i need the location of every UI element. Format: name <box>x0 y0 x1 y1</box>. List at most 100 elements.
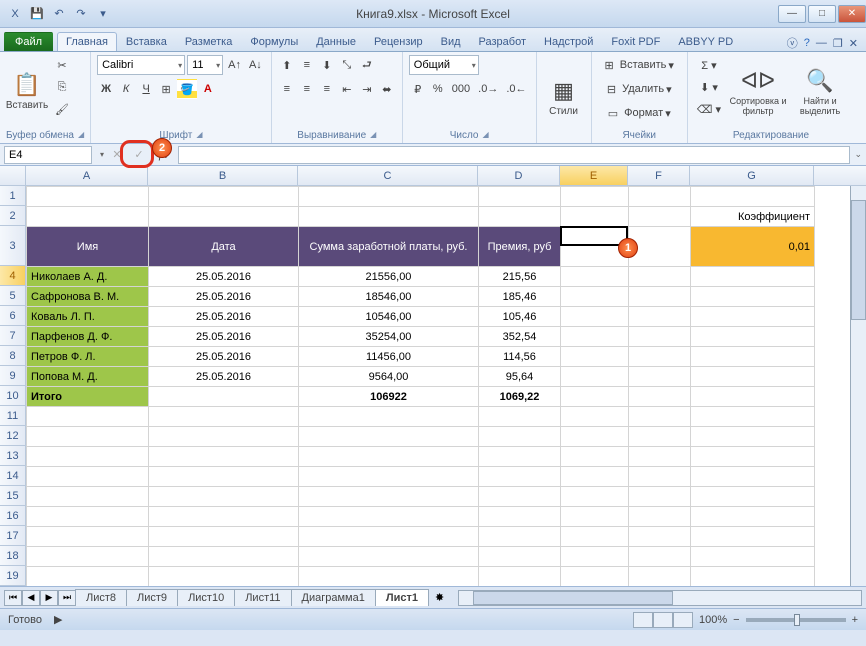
align-center-button[interactable]: ≡ <box>298 79 316 99</box>
cell[interactable]: Итого <box>27 387 149 407</box>
cell[interactable] <box>299 447 479 467</box>
col-header-a[interactable]: A <box>26 166 148 185</box>
cell[interactable] <box>561 327 629 347</box>
save-icon[interactable]: 💾 <box>28 5 46 23</box>
vscroll-thumb[interactable] <box>851 200 866 320</box>
col-header-g[interactable]: G <box>690 166 814 185</box>
cell[interactable] <box>561 267 629 287</box>
format-painter-button[interactable]: 🖌 <box>52 99 72 119</box>
cell[interactable] <box>299 207 479 227</box>
cell[interactable] <box>561 527 629 547</box>
cell[interactable]: Имя <box>27 227 149 267</box>
align-right-button[interactable]: ≡ <box>318 79 336 99</box>
cell[interactable] <box>149 507 299 527</box>
cell[interactable] <box>629 267 691 287</box>
cell[interactable] <box>27 487 149 507</box>
col-header-b[interactable]: B <box>148 166 298 185</box>
normal-view-button[interactable] <box>633 612 653 628</box>
cell[interactable] <box>691 367 815 387</box>
currency-button[interactable]: ₽ <box>409 79 427 99</box>
tab-abbyy[interactable]: ABBYY PD <box>669 32 742 51</box>
delete-cells-button[interactable]: ⊟ Удалить ▾ <box>598 79 681 99</box>
sheet-tab[interactable]: Лист9 <box>126 589 178 606</box>
cell[interactable] <box>629 207 691 227</box>
cell[interactable] <box>149 547 299 567</box>
cell[interactable] <box>629 387 691 407</box>
cell[interactable] <box>629 347 691 367</box>
row-header[interactable]: 18 <box>0 546 26 566</box>
number-dialog-icon[interactable]: ◢ <box>482 130 488 141</box>
cell[interactable]: Премия, руб <box>479 227 561 267</box>
horizontal-scrollbar[interactable] <box>458 590 862 606</box>
cell[interactable]: 25.05.2016 <box>149 267 299 287</box>
tab-addins[interactable]: Надстрой <box>535 32 602 51</box>
cell[interactable] <box>561 547 629 567</box>
number-format-combo[interactable]: Общий <box>409 55 479 75</box>
insert-cells-button[interactable]: ⊞ Вставить ▾ <box>598 55 681 75</box>
percent-button[interactable]: % <box>429 79 447 99</box>
row-header[interactable]: 17 <box>0 526 26 546</box>
row-header[interactable]: 5 <box>0 286 26 306</box>
cut-button[interactable]: ✂ <box>52 55 72 75</box>
cell[interactable] <box>691 507 815 527</box>
expand-formula-bar-icon[interactable]: ⌄ <box>854 149 862 160</box>
cell[interactable] <box>299 187 479 207</box>
clipboard-dialog-icon[interactable]: ◢ <box>78 130 84 141</box>
sheet-nav-prev[interactable]: ◀ <box>22 590 40 606</box>
close-button[interactable]: ✕ <box>838 5 866 23</box>
shrink-font-button[interactable]: A↓ <box>246 55 265 75</box>
cell[interactable]: 1069,22 <box>479 387 561 407</box>
col-header-d[interactable]: D <box>478 166 560 185</box>
zoom-out-button[interactable]: − <box>733 614 739 626</box>
cell[interactable] <box>27 427 149 447</box>
cell[interactable] <box>479 467 561 487</box>
cell[interactable]: 95,64 <box>479 367 561 387</box>
tab-foxit[interactable]: Foxit PDF <box>602 32 669 51</box>
tab-developer[interactable]: Разработ <box>470 32 535 51</box>
cell[interactable] <box>149 387 299 407</box>
zoom-level[interactable]: 100% <box>699 614 727 626</box>
cell[interactable]: 10546,00 <box>299 307 479 327</box>
tab-view[interactable]: Вид <box>432 32 470 51</box>
row-header[interactable]: 11 <box>0 406 26 426</box>
cell[interactable] <box>561 467 629 487</box>
select-all-corner[interactable] <box>0 166 26 185</box>
cell[interactable] <box>299 567 479 587</box>
cell[interactable] <box>691 407 815 427</box>
cell[interactable] <box>629 447 691 467</box>
cell[interactable] <box>479 547 561 567</box>
cell[interactable] <box>629 287 691 307</box>
underline-button[interactable]: Ч <box>137 79 155 99</box>
row-header[interactable]: 8 <box>0 346 26 366</box>
cell[interactable] <box>561 207 629 227</box>
cell[interactable] <box>149 567 299 587</box>
cell[interactable]: Коваль Л. П. <box>27 307 149 327</box>
row-header[interactable]: 16 <box>0 506 26 526</box>
cell[interactable] <box>691 527 815 547</box>
cell[interactable] <box>561 507 629 527</box>
clear-button[interactable]: ⌫ ▾ <box>694 99 724 119</box>
grow-font-button[interactable]: A↑ <box>225 55 244 75</box>
sheet-tab[interactable]: Лист10 <box>177 589 235 606</box>
align-dialog-icon[interactable]: ◢ <box>370 130 376 141</box>
cell[interactable] <box>629 427 691 447</box>
cell[interactable] <box>629 527 691 547</box>
row-header[interactable]: 10 <box>0 386 26 406</box>
format-cells-button[interactable]: ▭ Формат ▾ <box>598 103 681 123</box>
increase-indent-button[interactable]: ⇥ <box>358 79 376 99</box>
cell[interactable]: 105,46 <box>479 307 561 327</box>
undo-icon[interactable]: ↶ <box>50 5 68 23</box>
cell[interactable] <box>299 527 479 547</box>
cell[interactable]: Сафронова В. М. <box>27 287 149 307</box>
tab-insert[interactable]: Вставка <box>117 32 176 51</box>
cell[interactable] <box>149 187 299 207</box>
cell[interactable] <box>691 567 815 587</box>
cell[interactable] <box>561 427 629 447</box>
cells-area[interactable]: КоэффициентИмяДатаСумма заработной платы… <box>26 186 866 586</box>
cell[interactable]: 106922 <box>299 387 479 407</box>
cell[interactable] <box>479 407 561 427</box>
font-name-combo[interactable]: Calibri <box>97 55 185 75</box>
minimize-button[interactable]: — <box>778 5 806 23</box>
row-header[interactable]: 4 <box>0 266 26 286</box>
col-header-c[interactable]: C <box>298 166 478 185</box>
